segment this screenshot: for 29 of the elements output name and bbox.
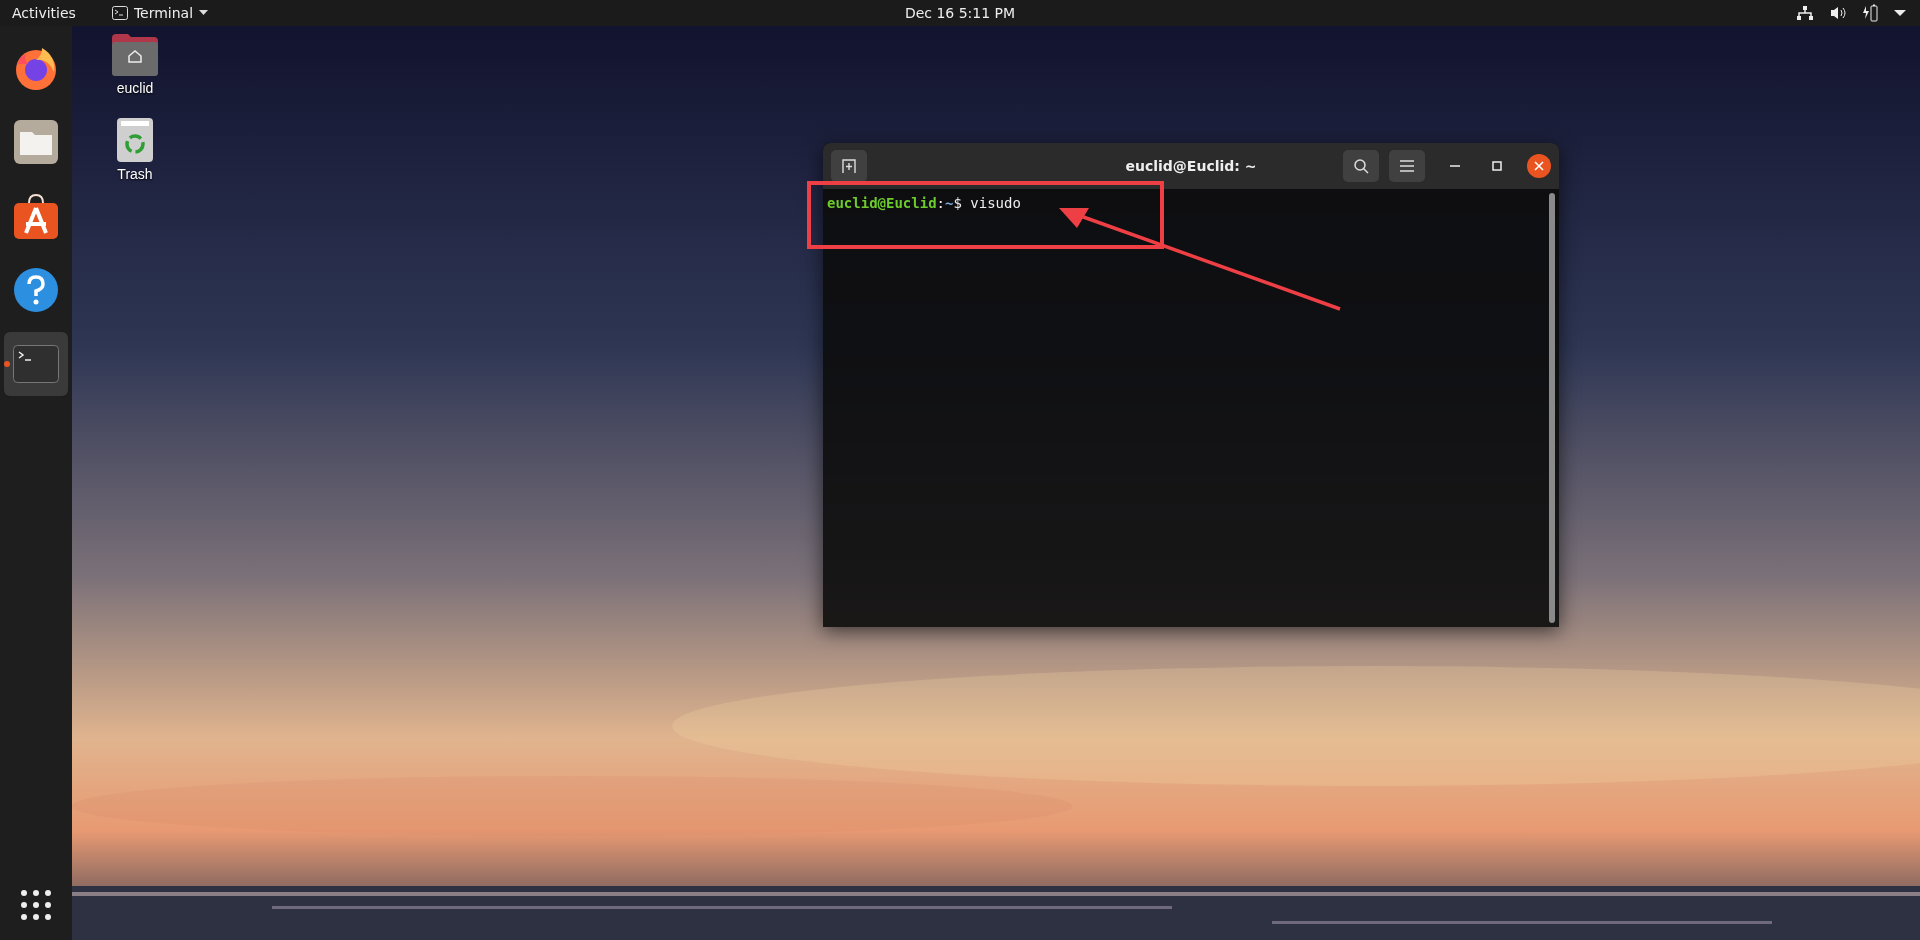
app-grid-icon[interactable] (21, 890, 51, 920)
recycle-bin-icon (117, 118, 153, 162)
scrollbar[interactable] (1549, 193, 1555, 623)
new-tab-button[interactable] (831, 150, 867, 182)
app-menu[interactable]: Terminal (99, 2, 221, 24)
home-folder-icon (112, 34, 158, 76)
activities-button[interactable]: Activities (0, 2, 88, 24)
shopping-bag-icon (14, 193, 58, 239)
network-icon[interactable] (1796, 5, 1814, 21)
minimize-icon (1450, 165, 1460, 167)
caret-icon[interactable] (1894, 9, 1906, 17)
battery-icon[interactable] (1862, 4, 1878, 22)
search-icon (1353, 158, 1369, 174)
clock[interactable]: Dec 16 5:11 PM (892, 2, 1028, 24)
caret-icon (199, 10, 209, 16)
menu-icon (1400, 160, 1414, 172)
terminal-line: euclid@Euclid:~$ visudo (827, 195, 1022, 211)
new-tab-icon (841, 158, 857, 174)
window-title: euclid@Euclid: ~ (1125, 158, 1257, 174)
search-button[interactable] (1343, 150, 1379, 182)
terminal-icon (111, 6, 128, 20)
maximize-icon (1492, 161, 1502, 171)
close-button[interactable] (1527, 154, 1551, 178)
folder-icon (14, 120, 58, 164)
menu-button[interactable] (1389, 150, 1425, 182)
question-mark-icon (14, 268, 58, 312)
terminal-icon (13, 345, 59, 383)
close-icon (1534, 161, 1544, 171)
volume-icon[interactable] (1830, 5, 1846, 21)
